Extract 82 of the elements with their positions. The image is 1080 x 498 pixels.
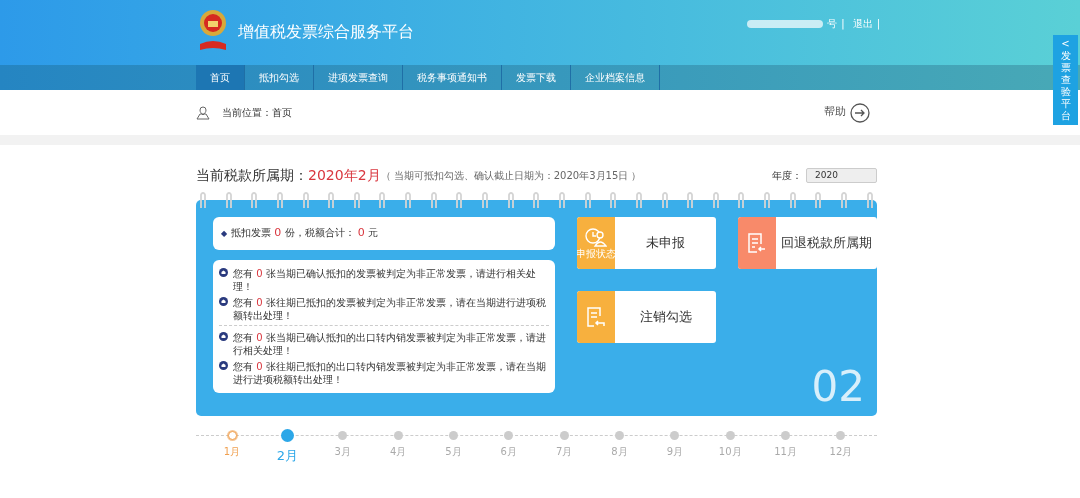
separator: | (841, 17, 845, 31)
binding-ring (379, 192, 386, 208)
binding-ring (405, 192, 412, 208)
binding-ring (430, 192, 437, 208)
binding-ring (456, 192, 463, 208)
document-arrow-icon (747, 232, 767, 254)
account-suffix: 号 (827, 17, 838, 31)
notice-text: 您有 0 张当期已确认抵扣的出口转内销发票被判定为非正常发票，请进行相关处理！ (233, 331, 547, 357)
month-label[interactable]: 9月 (666, 444, 684, 459)
summary-text: 抵扣发票 0 份，税额合计： 0 元 (231, 225, 378, 242)
binding-ring (584, 192, 591, 208)
tile-label: 未申报 (645, 234, 686, 253)
binding-ring (328, 192, 335, 208)
notice-icon (219, 332, 228, 341)
month-label[interactable]: 12月 (829, 444, 853, 459)
binding-ring (482, 192, 489, 208)
binding-ring (251, 192, 258, 208)
notice-text: 您有 0 张当期已确认抵扣的发票被判定为非正常发票，请进行相关处理！ (233, 267, 537, 293)
binding-ring (610, 192, 617, 208)
binding-ring (225, 192, 232, 208)
month-label[interactable]: 3月 (334, 444, 351, 459)
month-label[interactable]: 10月 (718, 444, 742, 459)
nav-tab[interactable]: 首页 (196, 65, 245, 90)
month-label[interactable]: 2月 (276, 446, 298, 466)
binding-ring (687, 192, 694, 208)
arrow-right-icon (850, 102, 870, 123)
binding-ring (200, 192, 206, 208)
year-label: 年度： (772, 169, 802, 183)
nav-tab[interactable]: 发票下载 (502, 65, 571, 90)
notice-text: 您有 0 张往期已抵扣的发票被判定为非正常发票，请在当期进行进项税额转出处理！ (233, 296, 547, 322)
period-label: 当前税款所属期： (196, 166, 308, 185)
binding-ring (815, 192, 822, 208)
side-tab[interactable]: < 发票查验平台 (1053, 35, 1078, 125)
binding-ring (738, 192, 745, 208)
period-note: （ 当期可抵扣勾选、确认截止日期为：2020年3月15日 ） (380, 169, 642, 183)
binding-ring (712, 192, 719, 208)
site-title: 增值税发票综合服务平台 (238, 21, 414, 43)
binding-ring (841, 192, 847, 208)
nav-tab[interactable]: 进项发票查询 (314, 65, 403, 90)
notice-icon (219, 361, 228, 370)
notice-icon (219, 297, 228, 306)
help-link[interactable]: 帮助 (824, 104, 846, 121)
clock-person-icon (585, 227, 607, 247)
nav-tab[interactable]: 企业档案信息 (571, 65, 660, 90)
binding-ring (764, 192, 771, 208)
binding-ring (661, 192, 668, 208)
tile-icon-label: 申报状态 (577, 249, 616, 259)
tile-label: 回退税款所属期 (780, 234, 873, 253)
year-select[interactable]: 2020 (806, 168, 877, 183)
period-value: 2020年2月 (308, 166, 381, 185)
month-label[interactable]: 7月 (555, 444, 573, 459)
binding-ring (507, 192, 514, 208)
month-label[interactable]: 11月 (774, 444, 797, 459)
month-number: 02 (811, 366, 865, 408)
nav-tab[interactable]: 抵扣勾选 (245, 65, 314, 90)
bullet-icon: ◆ (221, 227, 228, 240)
separator: | (876, 17, 880, 31)
side-tab-label: 发票查验平台 (1060, 50, 1071, 122)
month-label[interactable]: 6月 (500, 444, 517, 459)
binding-ring (635, 192, 642, 208)
month-label[interactable]: 1月 (223, 444, 241, 459)
binding-ring (866, 192, 873, 208)
action-tile[interactable]: 回退税款所属期 (738, 217, 877, 269)
action-tile[interactable]: 注销勾选 (577, 291, 716, 343)
binding-ring (302, 192, 309, 208)
nav-tab[interactable]: 税务事项通知书 (403, 65, 502, 90)
month-label[interactable]: 8月 (611, 444, 628, 459)
side-tab-arrow: < (1061, 38, 1070, 50)
breadcrumb: 当前位置：首页 (222, 106, 292, 120)
month-label[interactable]: 5月 (445, 444, 462, 459)
month-label[interactable]: 4月 (389, 444, 407, 459)
document-return-icon (586, 306, 606, 328)
binding-ring (789, 192, 796, 208)
binding-ring (276, 192, 283, 208)
action-tile[interactable]: 申报状态 未申报 (577, 217, 716, 269)
logout-link[interactable]: 退出 (852, 16, 873, 31)
notice-icon (219, 268, 228, 277)
notice-text: 您有 0 张往期已抵扣的出口转内销发票被判定为非正常发票，请在当期进行进项税额转出处理！ (233, 360, 547, 386)
binding-ring (353, 192, 360, 208)
binding-ring (558, 192, 565, 208)
binding-ring (533, 192, 540, 208)
tile-label: 注销勾选 (638, 308, 693, 327)
